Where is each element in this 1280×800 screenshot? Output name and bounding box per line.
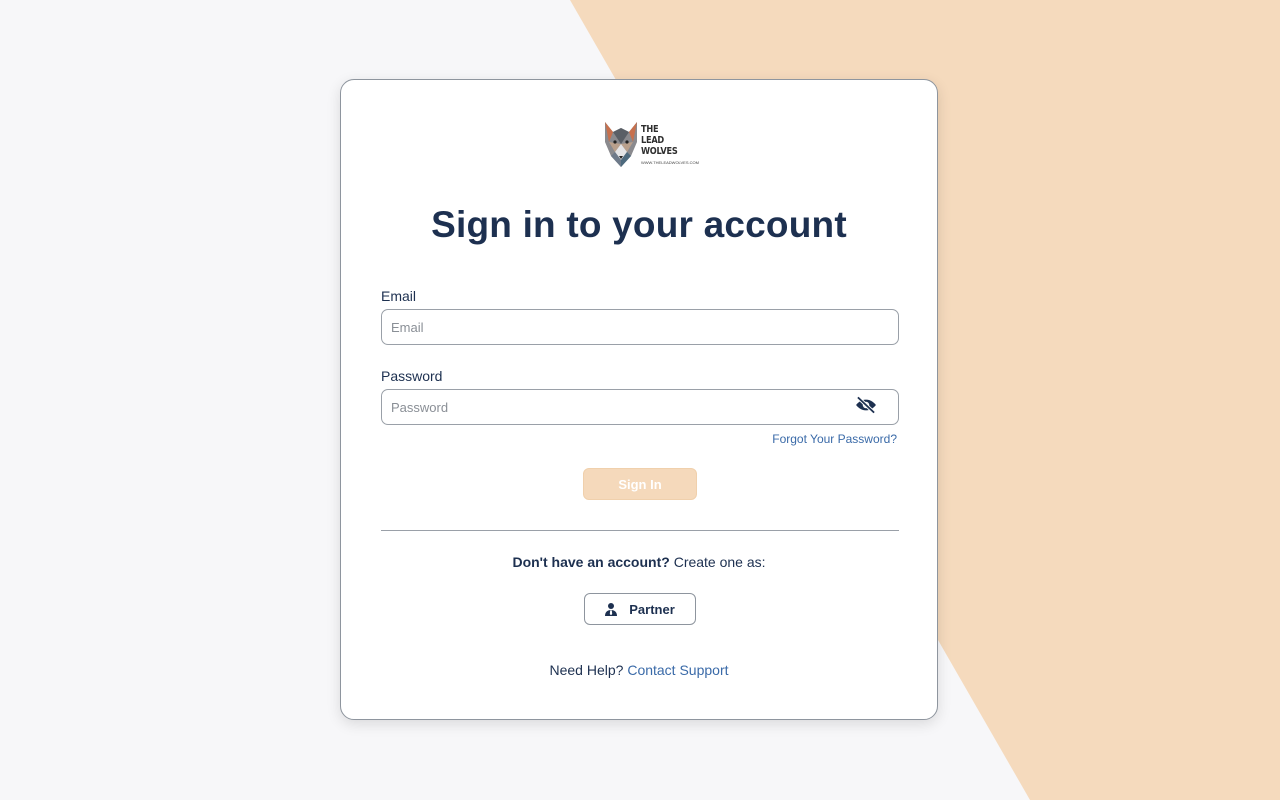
partner-signup-button[interactable]: Partner (584, 593, 696, 625)
logo-wordmark: THE LEAD WOLVES (641, 124, 678, 157)
wolf-icon (605, 122, 637, 167)
forgot-password-link[interactable]: Forgot Your Password? (772, 432, 897, 446)
logo-url: WWW.THELEADWOLVES.COM (641, 160, 699, 165)
logo-line-1: THE (641, 124, 659, 135)
sign-in-button[interactable]: Sign In (583, 468, 697, 500)
password-input[interactable] (381, 389, 899, 425)
page-title: Sign in to your account (431, 204, 847, 245)
signup-prompt-bold: Don't have an account? (512, 554, 670, 570)
help-section: Need Help? Contact Support (341, 662, 937, 678)
login-card: THE LEAD WOLVES WWW.THELEADWOLVES.COM Si… (340, 79, 938, 720)
signup-prompt-rest: Create one as: (669, 554, 766, 570)
logo: THE LEAD WOLVES WWW.THELEADWOLVES.COM (603, 120, 699, 168)
divider (381, 530, 899, 531)
eye-slash-icon[interactable] (855, 396, 877, 414)
user-tie-icon (605, 602, 618, 616)
password-label: Password (381, 368, 443, 384)
contact-support-link[interactable]: Contact Support (627, 662, 728, 678)
logo-line-3: WOLVES (641, 146, 678, 157)
email-input[interactable] (381, 309, 899, 345)
signup-prompt: Don't have an account? Create one as: (341, 554, 937, 570)
email-label: Email (381, 288, 417, 304)
help-text: Need Help? (549, 662, 628, 678)
logo-line-2: LEAD (641, 135, 664, 146)
partner-button-label: Partner (629, 601, 675, 617)
